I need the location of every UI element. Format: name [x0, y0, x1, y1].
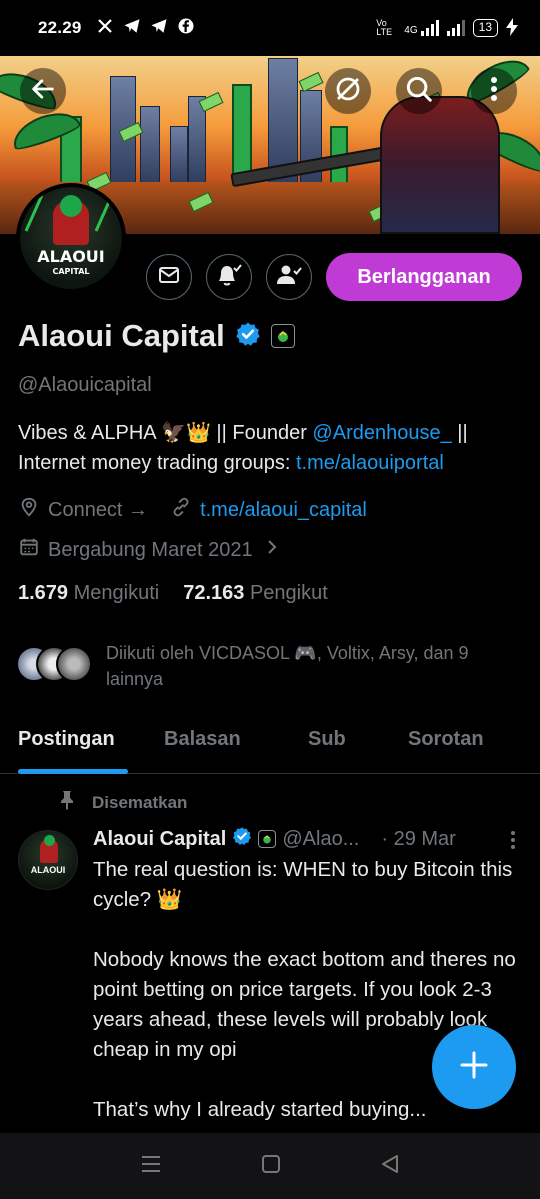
profile-meta-row: Connect → t.me/alaoui_capital	[18, 496, 367, 524]
tab-highlights[interactable]: Sorotan	[408, 728, 484, 751]
status-time: 22.29	[38, 18, 82, 37]
profile-website-link[interactable]: t.me/alaoui_capital	[200, 499, 367, 522]
more-vertical-icon	[490, 76, 498, 107]
avatar	[56, 646, 92, 682]
calendar-icon	[18, 536, 40, 564]
post-author-handle: @Alao...	[282, 827, 360, 850]
hide-icon	[333, 74, 363, 109]
signal-icon	[446, 20, 465, 36]
plus-icon	[459, 1050, 489, 1085]
pinned-label: Disematkan	[58, 790, 187, 815]
profile-name-row: Alaoui Capital	[18, 318, 295, 354]
followers-avatars	[16, 640, 92, 692]
back-nav-button[interactable]	[379, 1153, 401, 1180]
affiliate-badge-icon	[258, 830, 277, 848]
pin-icon	[58, 790, 76, 815]
telegram-icon	[123, 17, 141, 39]
volte-label: Vo LTE	[376, 18, 393, 37]
bio-portal-link[interactable]: t.me/alaouiportal	[296, 452, 444, 474]
chevron-right-icon	[265, 538, 279, 562]
back-button[interactable]	[20, 68, 66, 114]
location-pin-icon	[18, 496, 40, 524]
post-more-button[interactable]	[510, 830, 516, 855]
telegram-icon	[150, 17, 168, 39]
message-button[interactable]	[146, 254, 192, 300]
bio-mention-link[interactable]: @Ardenhouse_	[312, 422, 451, 444]
followers-stat[interactable]: 72.163 Pengikut	[183, 582, 328, 605]
tab-posts[interactable]: Postingan	[18, 728, 115, 751]
tab-subs[interactable]: Sub	[308, 728, 346, 751]
x-icon	[96, 17, 114, 39]
post-text: The real question is: WHEN to buy Bitcoi…	[93, 855, 523, 1155]
mail-icon	[157, 263, 181, 292]
notification-button[interactable]	[206, 254, 252, 300]
search-button[interactable]	[396, 68, 442, 114]
tab-replies[interactable]: Balasan	[164, 728, 241, 751]
bell-check-icon	[215, 262, 243, 293]
home-button[interactable]	[260, 1153, 282, 1180]
verified-badge-icon	[232, 826, 252, 852]
link-icon	[170, 496, 192, 524]
avatar-brand-text: ALAOUI	[37, 247, 105, 266]
status-bar: 22.29 Vo LTE 4G 13	[0, 0, 540, 56]
active-tab-indicator	[18, 769, 128, 774]
search-icon	[404, 74, 434, 109]
facebook-icon	[177, 17, 195, 39]
following-stat[interactable]: 1.679 Mengikuti	[18, 582, 159, 605]
compose-post-button[interactable]	[432, 1025, 516, 1109]
profile-bio: Vibes & ALPHA 🦅👑 || Founder @Ardenhouse_…	[18, 422, 468, 474]
avatar-logo: ALAOUI CAPITAL	[20, 187, 122, 289]
back-arrow-icon	[29, 75, 57, 108]
followed-by-row[interactable]: Diikuti oleh VICDASOL 🎮, Voltix, Arsy, d…	[16, 640, 526, 692]
verified-badge-icon[interactable]	[235, 321, 261, 352]
post-date: · 29 Mar	[381, 827, 456, 850]
person-check-icon	[275, 262, 303, 293]
network-signal-icon: 4G	[404, 20, 439, 36]
profile-avatar[interactable]: ALAOUI CAPITAL	[16, 183, 126, 293]
profile-joined: Bergabung Maret 2021	[48, 538, 253, 561]
avatar-sub-text: CAPITAL	[52, 267, 90, 276]
charging-icon	[506, 17, 518, 39]
battery-icon: 13	[472, 19, 498, 37]
profile-location: Connect →	[48, 498, 149, 521]
post-paragraph: The real question is: WHEN to buy Bitcoi…	[93, 858, 513, 911]
following-button[interactable]	[266, 254, 312, 300]
profile-name: Alaoui Capital	[18, 318, 225, 353]
post-author-name[interactable]: Alaoui Capital	[93, 828, 226, 851]
profile-tabs: Postingan Balasan Sub Sorotan	[0, 712, 540, 774]
more-vertical-icon	[510, 831, 516, 854]
hide-button[interactable]	[325, 68, 371, 114]
more-button[interactable]	[471, 68, 517, 114]
subscribe-button[interactable]: Berlangganan	[326, 253, 522, 301]
post-header: Alaoui Capital @Alao... · 29 Mar	[93, 826, 523, 852]
profile-joined-row[interactable]: Bergabung Maret 2021	[18, 536, 279, 564]
post-author-avatar[interactable]: ALAOUI	[18, 830, 78, 890]
followed-by-text: Diikuti oleh VICDASOL 🎮, Voltix, Arsy, d…	[106, 643, 469, 689]
system-status-icons: Vo LTE 4G 13	[376, 17, 518, 39]
recents-button[interactable]	[139, 1153, 163, 1180]
notification-icons	[96, 17, 195, 39]
affiliate-badge-icon[interactable]	[270, 324, 295, 348]
profile-stats: 1.679 Mengikuti 72.163 Pengikut	[18, 582, 328, 605]
system-navigation-bar	[0, 1133, 540, 1199]
profile-handle: @Alaouicapital	[18, 374, 152, 396]
